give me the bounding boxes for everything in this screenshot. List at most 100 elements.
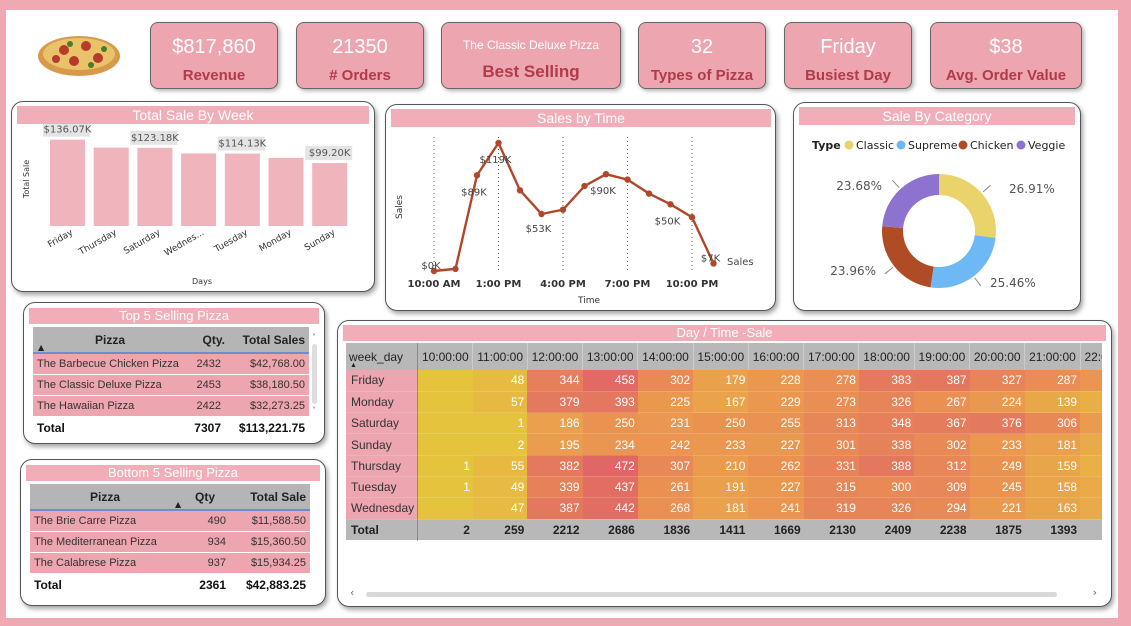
col-header-week-day[interactable]: week_day ▲ <box>346 343 419 370</box>
horizontal-scrollbar[interactable]: ‹ › <box>350 586 1097 600</box>
cell-total-qty: 7307 <box>187 416 225 440</box>
col-header-qty[interactable]: Qty <box>180 484 230 511</box>
col-header-time[interactable]: 15:00:00 <box>693 343 749 370</box>
col-header-time[interactable]: 18:00:00 <box>858 343 915 370</box>
col-header-time[interactable]: 20:00:00 <box>969 343 1026 370</box>
heat-cell: 212 <box>1080 412 1102 435</box>
col-header-pizza[interactable]: Pizza <box>33 327 187 354</box>
heat-cell: 1 <box>417 455 473 477</box>
col-header-time[interactable]: 10:00:00 <box>417 343 474 370</box>
col-header-time[interactable]: 21:00:00 <box>1024 343 1081 370</box>
kpi-best-selling: The Classic Deluxe Pizza Best Selling <box>441 22 621 89</box>
scroll-thumb[interactable] <box>311 344 317 404</box>
data-point <box>495 139 502 147</box>
tick-label: 10:00 AM <box>407 279 460 290</box>
kpi-value: 21350 <box>332 36 388 58</box>
legend-entry: Chicken <box>970 139 1014 152</box>
table-row: The Hawaiian Pizza 2422 $32,273.25 <box>33 395 309 417</box>
col-header-qty[interactable]: Qty. <box>187 327 225 354</box>
scroll-right-icon[interactable]: › <box>1093 586 1097 599</box>
slice-classic <box>939 174 996 238</box>
cell-total-label: Total <box>33 416 187 440</box>
col-header-pizza[interactable]: Pizza <box>30 484 180 511</box>
heat-cell: 234 <box>582 433 638 456</box>
total-row: Total 2 259 2212 2686 1836 1411 1669 2130 2409 223… <box>346 519 1102 541</box>
vertical-scrollbar[interactable]: ˄ ˅ <box>310 333 318 421</box>
bar-wednes <box>181 153 217 226</box>
cell-qty: 2453 <box>187 374 225 396</box>
heat-cell: 159 <box>1024 455 1081 477</box>
top5-table: Pizza Qty. Total Sales The Barbecue Chic… <box>33 327 309 440</box>
col-header-time[interactable]: 11:00:00 <box>472 343 528 370</box>
heat-cell <box>417 497 473 520</box>
row-header-day: Sunday <box>346 433 419 456</box>
data-point <box>688 214 696 221</box>
heat-cell: 1836 <box>637 519 694 541</box>
heat-cell: 250 <box>693 412 749 435</box>
heat-cell: 2212 <box>527 519 583 541</box>
col-header-time[interactable]: 22:00:00 <box>1080 343 1102 370</box>
slice-label: 23.96% <box>830 264 876 278</box>
heat-cell: 191 <box>693 476 749 499</box>
tick-label: Saturday <box>122 228 163 257</box>
heat-cell: 233 <box>969 433 1025 456</box>
bar-saturday <box>137 147 173 226</box>
col-header-total-sale[interactable]: Total Sale <box>230 484 310 511</box>
cell-total-label: Total <box>30 573 180 597</box>
data-label: $0K <box>421 261 441 272</box>
heat-cell: 267 <box>914 391 970 414</box>
heatmap-title: Day / Time -Sale <box>343 325 1106 341</box>
bottom5-table: Pizza Qty Total Sale The Brie Carre Pizz… <box>30 484 310 597</box>
bar-tuesday <box>224 153 260 226</box>
col-header-time[interactable]: 16:00:00 <box>748 343 805 370</box>
heat-cell: 268 <box>637 497 694 520</box>
bottom5-card: Bottom 5 Selling Pizza Pizza Qty Total S… <box>20 459 326 606</box>
heat-cell: 301 <box>803 433 859 456</box>
scroll-thumb[interactable] <box>366 592 1057 597</box>
heat-cell: 195 <box>527 433 583 456</box>
legend-marker <box>1016 140 1026 150</box>
heat-cell: 224 <box>969 391 1025 414</box>
time-line-chart: Sales 10:00 AM 1:00 PM 4:00 PM 7:00 PM 10:00 … <box>395 137 754 306</box>
cell-sales: $11,588.50 <box>230 510 310 532</box>
col-header-time[interactable]: 12:00:00 <box>527 343 584 370</box>
heat-cell: 383 <box>858 370 915 392</box>
data-label-text: $114.13K <box>218 139 266 150</box>
heat-cell: 367 <box>914 412 970 435</box>
cell-sales: $15,360.50 <box>230 531 310 553</box>
heat-cell: 221 <box>969 497 1025 520</box>
heat-cell: 227 <box>748 433 804 456</box>
scroll-down-icon[interactable]: ˅ <box>310 406 318 415</box>
scroll-up-icon[interactable]: ˄ <box>310 333 318 342</box>
sort-arrow-icon[interactable]: ▲ <box>175 500 181 509</box>
leader-line <box>974 277 982 287</box>
col-header-time[interactable]: 13:00:00 <box>582 343 639 370</box>
col-header-time[interactable]: 14:00:00 <box>637 343 694 370</box>
data-label: $90K <box>590 186 616 197</box>
cell-pizza: The Calabrese Pizza <box>30 552 180 574</box>
slice-label: 25.46% <box>990 276 1036 290</box>
heat-cell: 242 <box>637 433 694 456</box>
legend-entry: Veggie <box>1028 139 1065 152</box>
heat-cell: 105 <box>1080 391 1102 414</box>
heat-cell: 302 <box>637 370 694 392</box>
cell-qty: 934 <box>180 531 230 553</box>
sort-arrow-icon[interactable]: ▲ <box>350 362 357 369</box>
heat-cell: 227 <box>748 476 804 499</box>
col-header-time[interactable]: 19:00:00 <box>914 343 971 370</box>
heat-cell: 49 <box>472 476 528 499</box>
sort-arrow-icon[interactable]: ▲ <box>38 343 44 352</box>
table-row: The Calabrese Pizza 937 $15,934.25 <box>30 552 310 574</box>
heat-cell <box>417 391 473 414</box>
row-header-day: Saturday <box>346 412 419 435</box>
table-row: The Mediterranean Pizza 934 $15,360.50 <box>30 531 310 553</box>
cell-qty: 937 <box>180 552 230 574</box>
leader-line <box>982 184 991 193</box>
week-chart-title: Total Sale By Week <box>17 106 369 124</box>
heat-cell: 319 <box>803 497 859 520</box>
scroll-left-icon[interactable]: ‹ <box>350 586 354 599</box>
heatmap-table: week_day ▲ 10:00:00 11:00:00 12:00:00 13:00:… <box>346 343 1102 541</box>
col-header-total-sales[interactable]: Total Sales <box>225 327 309 354</box>
col-header-time[interactable]: 17:00:00 <box>803 343 860 370</box>
data-label: $114.13K <box>217 136 267 151</box>
